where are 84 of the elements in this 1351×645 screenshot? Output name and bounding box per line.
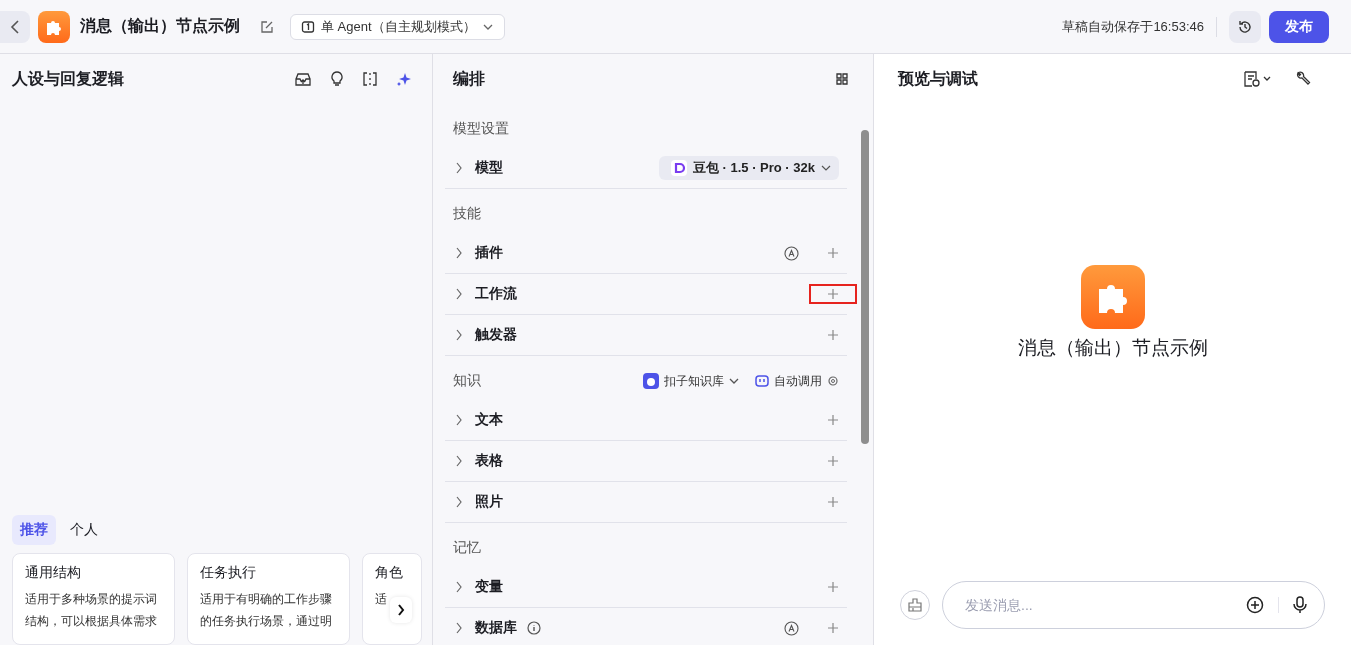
- puzzle-logo-icon: [38, 10, 70, 43]
- edit-icon[interactable]: [260, 19, 274, 34]
- model-logo-icon: [670, 160, 687, 176]
- expand-chevron-icon[interactable]: [455, 329, 463, 341]
- plus-icon: [828, 415, 838, 425]
- row-label: 模型: [475, 159, 503, 177]
- auto-mode-icon[interactable]: [784, 245, 799, 261]
- plus-icon: [828, 289, 838, 299]
- expand-chevron-icon[interactable]: [455, 288, 463, 300]
- row-label: 表格: [475, 452, 503, 470]
- settings-icon: [827, 375, 839, 387]
- add-button[interactable]: [809, 284, 857, 304]
- knowledge-source-dropdown[interactable]: 扣子知识库: [643, 372, 739, 390]
- wrench-icon[interactable]: [1295, 71, 1311, 87]
- add-circle-icon[interactable]: [1246, 596, 1264, 614]
- expand-chevron-icon[interactable]: [455, 414, 463, 426]
- history-icon: [1237, 18, 1253, 35]
- row-label: 数据库: [475, 619, 517, 637]
- invoke-mode-button[interactable]: 自动调用: [755, 372, 839, 390]
- plus-icon: [828, 330, 838, 340]
- bot-name: 消息（输出）节点示例: [1017, 335, 1208, 360]
- autosave-status: 草稿自动保存于16:53:46: [1062, 17, 1204, 36]
- expand-chevron-icon[interactable]: [455, 247, 463, 259]
- info-icon[interactable]: [527, 621, 541, 635]
- panel-title: 人设与回复逻辑: [12, 68, 124, 89]
- expand-chevron-icon[interactable]: [455, 496, 463, 508]
- expand-chevron-icon[interactable]: [455, 622, 463, 634]
- plus-icon: [828, 248, 838, 258]
- back-chevron-icon: [10, 18, 20, 35]
- card-title: 通用结构: [25, 564, 82, 582]
- expand-chevron-icon[interactable]: [455, 455, 463, 467]
- section-title: 技能: [453, 205, 481, 223]
- panel-title: 预览与调试: [898, 68, 978, 89]
- card-description: 适用于有明确的工作步骤的任务执行场景，通过明: [200, 591, 333, 630]
- model-select[interactable]: 豆包 · 1.5 · Pro · 32k: [658, 156, 839, 180]
- plus-icon: [828, 623, 838, 633]
- row-label: 文本: [475, 411, 503, 429]
- template-tab[interactable]: 个人: [62, 515, 106, 545]
- plus-icon: [828, 456, 838, 466]
- row-label: 插件: [475, 244, 503, 262]
- template-card[interactable]: 通用结构 适用于多种场景的提示词结构，可以根据具体需求: [12, 553, 175, 645]
- agent-icon: [301, 19, 315, 34]
- chevron-right-icon: [397, 604, 405, 616]
- expand-chevron-icon[interactable]: [455, 581, 463, 593]
- section-title: 模型设置: [453, 120, 509, 138]
- document-settings-icon[interactable]: [1243, 71, 1273, 87]
- card-title: 角色: [375, 564, 404, 582]
- card-title: 任务执行: [200, 564, 257, 582]
- mode-dropdown[interactable]: 单 Agent（自主规划模式）: [290, 13, 505, 40]
- template-tab[interactable]: 推荐: [12, 515, 56, 545]
- template-card[interactable]: 角色 适: [362, 553, 422, 645]
- bot-title: 消息（输出）节点示例: [80, 16, 240, 36]
- caret-icon: [481, 22, 494, 31]
- row-label: 照片: [475, 493, 503, 511]
- card-description: 适用于多种场景的提示词结构，可以根据具体需求: [25, 591, 158, 630]
- split-view-icon[interactable]: [362, 71, 378, 87]
- broom-icon: [907, 597, 923, 613]
- inbox-upload-icon[interactable]: [294, 71, 312, 87]
- template-card[interactable]: 任务执行 适用于有明确的工作步骤的任务执行场景，通过明: [187, 553, 350, 645]
- expand-chevron-icon[interactable]: [455, 162, 463, 174]
- knowledge-logo-icon: [643, 373, 659, 389]
- row-label: 变量: [475, 578, 503, 596]
- row-label: 工作流: [475, 285, 517, 303]
- back-button[interactable]: [0, 10, 30, 43]
- history-button[interactable]: [1229, 10, 1261, 43]
- card-description: 适: [375, 591, 388, 608]
- plus-icon: [828, 497, 838, 507]
- lightbulb-icon[interactable]: [330, 71, 344, 87]
- caret-icon: [821, 165, 831, 171]
- puzzle-logo-icon: [1080, 264, 1145, 329]
- publish-button[interactable]: 发布: [1269, 10, 1329, 43]
- microphone-icon[interactable]: [1293, 596, 1307, 614]
- plus-icon: [828, 582, 838, 592]
- panel-title: 编排: [453, 68, 485, 89]
- section-title: 知识: [453, 372, 481, 390]
- sparkle-icon[interactable]: [396, 71, 412, 87]
- section-title: 记忆: [453, 539, 481, 557]
- auto-mode-icon[interactable]: [784, 620, 799, 636]
- robot-icon: [755, 375, 769, 387]
- row-label: 触发器: [475, 326, 517, 344]
- caret-icon: [729, 378, 739, 384]
- message-input-field[interactable]: 发送消息...: [942, 581, 1325, 629]
- grid-icon[interactable]: [835, 72, 849, 86]
- next-arrow-button[interactable]: [390, 597, 412, 623]
